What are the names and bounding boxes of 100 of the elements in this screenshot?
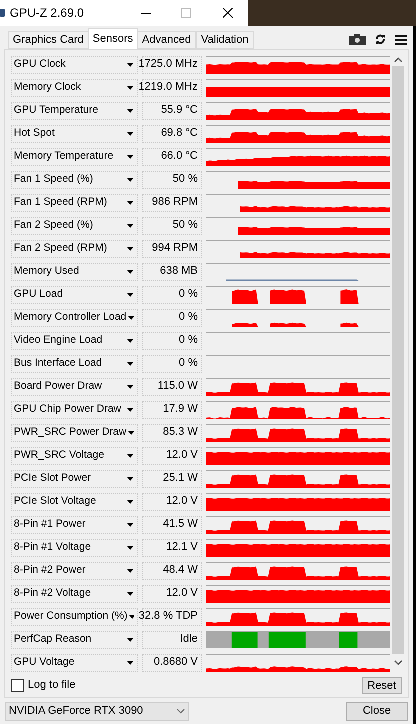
camera-icon[interactable]	[349, 34, 366, 45]
sensor-value: 85.3 W	[142, 424, 202, 442]
menu-icon[interactable]	[395, 34, 407, 44]
tab[interactable]: Advanced	[137, 31, 196, 49]
window-title: GPU-Z 2.69.0	[10, 5, 84, 22]
sensor-value: 17.9 W	[142, 400, 202, 418]
scroll-up-icon[interactable]	[394, 57, 402, 63]
sensor-dropdown[interactable]: GPU Load	[11, 286, 138, 304]
sensor-dropdown[interactable]: Board Power Draw	[11, 378, 138, 396]
log-checkbox[interactable]	[11, 679, 24, 692]
caret-icon	[127, 638, 134, 642]
sensor-value: 12.0 V	[142, 446, 202, 464]
sensor-dropdown[interactable]: GPU Voltage	[11, 654, 138, 672]
sensor-dropdown[interactable]: Video Engine Load	[11, 332, 138, 350]
reset-button[interactable]: Reset	[362, 677, 402, 694]
caret-icon	[127, 454, 134, 458]
caret-icon	[127, 568, 134, 572]
sensor-value: 50 %	[142, 170, 202, 188]
maximize-icon	[181, 8, 191, 18]
chevron-icon	[177, 709, 185, 714]
caret-icon	[127, 408, 134, 412]
caret-icon	[127, 500, 134, 504]
sensor-dropdown[interactable]: GPU Clock	[11, 56, 138, 74]
caret-icon	[128, 614, 134, 618]
sensor-dropdown[interactable]: 8-Pin #2 Voltage	[11, 584, 138, 602]
caret-icon	[127, 246, 134, 250]
sensor-value: 0 %	[142, 354, 202, 372]
sensor-dropdown[interactable]: Memory Temperature	[11, 148, 138, 166]
caret-icon	[127, 62, 134, 66]
caret-icon	[127, 108, 134, 112]
sensor-dropdown[interactable]: PWR_SRC Power Draw	[11, 424, 138, 442]
sensor-dropdown[interactable]: PCIe Slot Power	[11, 470, 138, 488]
sensor-value: 1219.0 MHz	[142, 78, 202, 96]
caret-icon	[127, 224, 134, 228]
caret-icon	[127, 592, 134, 596]
sensor-dropdown[interactable]: Bus Interface Load	[11, 354, 138, 372]
caret-icon	[127, 362, 134, 366]
caret-icon	[128, 430, 134, 434]
caret-icon	[127, 86, 134, 90]
sensor-value: 12.0 V	[142, 584, 202, 602]
tab[interactable]: Validation	[196, 31, 254, 49]
sensor-dropdown[interactable]: Fan 2 Speed (%)	[11, 216, 138, 234]
log-label: Log to file	[28, 678, 76, 694]
sensor-value: 50 %	[142, 216, 202, 234]
sensor-dropdown[interactable]: Memory Clock	[11, 78, 138, 96]
sensor-value: 12.1 V	[142, 538, 202, 556]
sensor-dropdown[interactable]: Memory Controller Load	[11, 308, 138, 326]
caret-icon	[128, 316, 134, 320]
sensor-value: 66.0 °C	[142, 148, 202, 166]
tab[interactable]: Graphics Card	[8, 31, 89, 49]
caret-icon	[127, 546, 134, 550]
caret-icon	[127, 292, 134, 296]
scroll-down-icon[interactable]	[394, 660, 402, 666]
sensor-value: 115.0 W	[142, 378, 202, 396]
sensor-dropdown[interactable]: 8-Pin #1 Power	[11, 516, 138, 534]
sensor-value: 1725.0 MHz	[142, 56, 202, 74]
sensor-dropdown[interactable]: PWR_SRC Voltage	[11, 446, 138, 464]
caret-icon	[127, 200, 134, 204]
sensor-value: Idle	[142, 630, 202, 648]
caret-icon	[127, 660, 134, 664]
gpu-select[interactable]: NVIDIA GeForce RTX 3090	[5, 702, 189, 721]
sensor-dropdown[interactable]: GPU Temperature	[11, 102, 138, 120]
close-button[interactable]: Close	[346, 702, 408, 721]
caret-icon	[127, 522, 134, 526]
sensor-dropdown[interactable]: PCIe Slot Voltage	[11, 492, 138, 510]
caret-icon	[127, 154, 134, 158]
sensor-value: 638 MB	[142, 262, 202, 280]
sensor-dropdown[interactable]: Memory Used	[11, 262, 138, 280]
sensor-dropdown[interactable]: Fan 1 Speed (%)	[11, 170, 138, 188]
refresh-icon[interactable]	[375, 34, 386, 45]
minimize-icon	[141, 12, 151, 14]
sensor-value: 25.1 W	[142, 470, 202, 488]
sensor-value: 69.8 °C	[142, 124, 202, 142]
sensor-value: 0 %	[142, 332, 202, 350]
scrollbar[interactable]	[390, 53, 406, 673]
sensor-dropdown[interactable]: 8-Pin #1 Voltage	[11, 538, 138, 556]
sensor-value: 0 %	[142, 308, 202, 326]
sensor-value: 48.4 W	[142, 562, 202, 580]
caret-icon	[127, 476, 134, 480]
sensor-dropdown[interactable]: 8-Pin #2 Power	[11, 562, 138, 580]
sensor-value: 12.0 V	[142, 492, 202, 510]
app-icon	[0, 7, 6, 19]
sensor-dropdown[interactable]: Power Consumption (%)	[11, 608, 138, 626]
sensor-dropdown[interactable]: Hot Spot	[11, 124, 138, 142]
close-icon	[223, 8, 233, 18]
sensor-dropdown[interactable]: Fan 2 Speed (RPM)	[11, 240, 138, 258]
caret-icon	[127, 338, 134, 342]
sensor-value: 41.5 W	[142, 516, 202, 534]
sensor-dropdown[interactable]: PerfCap Reason	[11, 630, 138, 648]
sensor-dropdown[interactable]: GPU Chip Power Draw	[11, 400, 138, 418]
caret-icon	[127, 132, 134, 136]
sensor-dropdown[interactable]: Fan 1 Speed (RPM)	[11, 194, 138, 212]
sensor-value: 994 RPM	[142, 240, 202, 258]
caret-icon	[127, 270, 134, 274]
tab[interactable]: Sensors	[88, 28, 138, 49]
scrollbar-thumb[interactable]	[392, 66, 404, 654]
caret-icon	[127, 178, 134, 182]
sensor-value: 0.8680 V	[142, 654, 202, 672]
sensor-value: 55.9 °C	[142, 102, 202, 120]
caret-icon	[127, 384, 134, 388]
